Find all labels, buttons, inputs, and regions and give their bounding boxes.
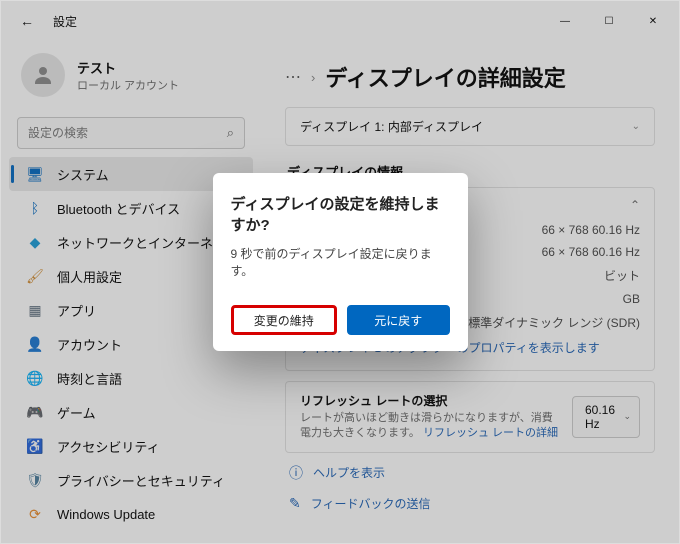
dialog-body: 9 秒で前のディスプレイ設定に戻ります。 <box>231 245 450 279</box>
dialog-title: ディスプレイの設定を維持しますか? <box>231 193 450 235</box>
modal-overlay: ディスプレイの設定を維持しますか? 9 秒で前のディスプレイ設定に戻ります。 変… <box>1 1 679 543</box>
revert-button[interactable]: 元に戻す <box>347 305 450 335</box>
confirm-dialog: ディスプレイの設定を維持しますか? 9 秒で前のディスプレイ設定に戻ります。 変… <box>213 173 468 351</box>
keep-changes-button[interactable]: 変更の維持 <box>231 305 338 335</box>
